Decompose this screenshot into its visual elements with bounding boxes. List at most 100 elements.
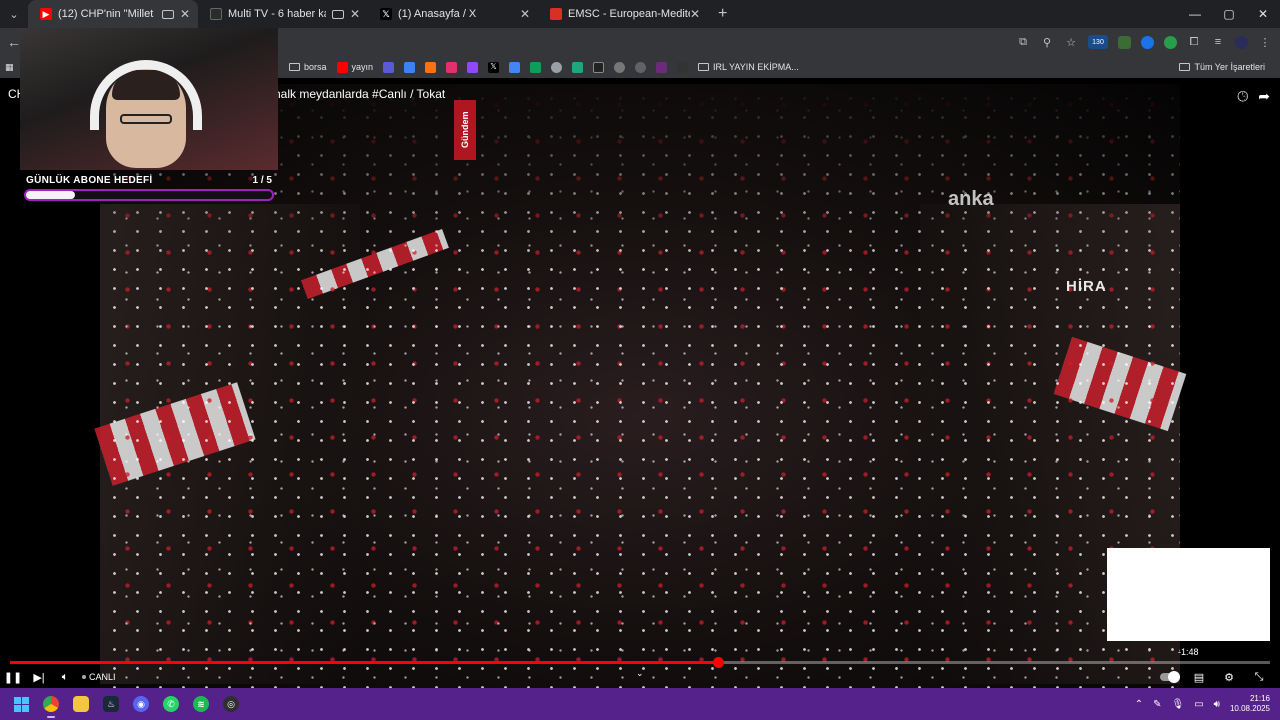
discord-icon: ◉ xyxy=(133,696,149,712)
bookmark-favicon xyxy=(677,61,689,73)
system-tray: ⌃ ✎ 🎙︎ ▭ 🔊︎ 21:16 10.08.2025 xyxy=(1135,688,1280,720)
close-tab-icon[interactable]: ✕ xyxy=(180,7,190,21)
bookmark-twitch[interactable] xyxy=(462,56,483,78)
close-tab-icon[interactable]: ✕ xyxy=(520,7,530,21)
profile-avatar[interactable] xyxy=(1235,35,1248,49)
media-playing-icon[interactable] xyxy=(331,9,344,19)
bookmark-favicon xyxy=(383,61,395,73)
bookmark-star-icon[interactable]: ☆ xyxy=(1064,35,1078,49)
close-tab-icon[interactable]: ✕ xyxy=(350,7,360,21)
bookmark-docs[interactable] xyxy=(504,56,525,78)
clock-time: 21:16 xyxy=(1249,694,1270,703)
taskbar-obs[interactable]: ◎ xyxy=(216,688,246,720)
autoplay-toggle[interactable] xyxy=(1156,671,1182,683)
bookmark-sheets[interactable] xyxy=(525,56,546,78)
share-icon[interactable]: ➦ xyxy=(1258,88,1270,105)
expand-chevron-icon[interactable]: ⌄ xyxy=(636,668,644,679)
clock-date: 10.08.2025 xyxy=(1229,704,1270,713)
toggle-icon xyxy=(1160,671,1180,683)
taskbar-whatsapp[interactable]: ✆ xyxy=(156,688,186,720)
tab-youtube[interactable]: ▶ (12) CHP'nin "Millet İradesi ✕ xyxy=(28,0,198,28)
install-app-icon[interactable]: ⧉ xyxy=(1016,35,1030,49)
emsc-icon xyxy=(550,8,562,20)
bookmark-favicon xyxy=(635,61,647,73)
goal-title: GÜNLÜK ABONE HEDEFİ xyxy=(26,175,153,186)
exit-fullscreen-icon[interactable]: ⤡ xyxy=(1246,671,1272,684)
speaker-icon[interactable]: 🔊︎ xyxy=(1214,699,1220,710)
close-window-icon[interactable]: ✕ xyxy=(1246,0,1280,28)
close-tab-icon[interactable]: ✕ xyxy=(690,7,700,21)
extension-icon[interactable] xyxy=(1118,35,1131,49)
watch-later-icon[interactable]: 🕒︎ xyxy=(1237,88,1248,105)
bookmark-icon-9[interactable] xyxy=(651,56,672,78)
bookmark-yayin[interactable]: yayın xyxy=(332,56,379,78)
store-sign: HİRA xyxy=(1066,278,1107,295)
tray-overflow-icon[interactable]: ⌃ xyxy=(1135,699,1143,710)
bookmark-label: IRL YAYIN EKİPMA... xyxy=(713,62,799,72)
tab-multi-tv[interactable]: Multi TV - 6 haber kanalını ✕ xyxy=(198,0,368,28)
bookmark-icon-2[interactable] xyxy=(399,56,420,78)
bookmark-icon-1[interactable] xyxy=(378,56,399,78)
glasses xyxy=(120,114,172,124)
player-right-controls: ▤ ⚙ ⤡ xyxy=(1156,666,1272,688)
volume-icon[interactable]: 🔈︎ xyxy=(52,671,78,684)
extension-icon[interactable] xyxy=(1164,35,1177,49)
bookmark-label: borsa xyxy=(304,62,327,72)
minimize-icon[interactable]: — xyxy=(1178,0,1212,28)
taskbar-explorer[interactable] xyxy=(66,688,96,720)
bookmark-instagram[interactable] xyxy=(441,56,462,78)
taskbar-steam[interactable]: ♨ xyxy=(96,688,126,720)
next-icon[interactable]: ▶︎| xyxy=(26,671,52,684)
obs-icon: ◎ xyxy=(223,696,239,712)
tab-emsc[interactable]: EMSC - European-Mediterrane ✕ xyxy=(538,0,708,28)
subtitles-icon[interactable]: ▤ xyxy=(1186,671,1212,684)
bookmark-icon-3[interactable] xyxy=(420,56,441,78)
extension-icon[interactable] xyxy=(1141,35,1154,49)
youtube-icon: ▶ xyxy=(40,8,52,20)
windows-logo-icon xyxy=(13,696,29,712)
chevron-down-icon: ⌄ xyxy=(9,8,19,21)
sheets-icon xyxy=(530,61,542,73)
live-badge[interactable]: CANLI xyxy=(82,672,116,682)
maximize-icon[interactable]: ▢ xyxy=(1212,0,1246,28)
settings-gear-icon[interactable]: ⚙ xyxy=(1216,671,1242,684)
taskbar-discord[interactable]: ◉ xyxy=(126,688,156,720)
more-menu-icon[interactable]: ⋮ xyxy=(1258,35,1272,49)
apps-icon[interactable]: ▦ xyxy=(0,56,20,78)
tab-title: EMSC - European-Mediterrane xyxy=(568,8,690,20)
media-control-icon[interactable]: ≡ xyxy=(1211,35,1225,49)
live-dot-icon xyxy=(82,675,86,679)
network-icon[interactable]: ▭ xyxy=(1194,699,1203,710)
taskbar-chrome[interactable] xyxy=(36,688,66,720)
subscriber-goal: GÜNLÜK ABONE HEDEFİ 1 / 5 xyxy=(20,170,278,206)
microphone-icon[interactable]: 🎙︎ xyxy=(1171,699,1184,710)
bookmark-icon-7[interactable] xyxy=(609,56,630,78)
extension-badge[interactable]: 130 xyxy=(1088,35,1108,49)
all-bookmarks[interactable]: Tüm Yer İşaretleri xyxy=(1174,56,1270,78)
zoom-icon[interactable]: ⚲ xyxy=(1040,35,1054,49)
media-playing-icon[interactable] xyxy=(161,9,174,19)
pen-icon[interactable]: ✎ xyxy=(1153,699,1161,710)
clock[interactable]: 21:16 10.08.2025 xyxy=(1230,694,1270,714)
bookmark-icon-8[interactable] xyxy=(630,56,651,78)
bookmark-x[interactable]: 𝕏 xyxy=(483,56,504,78)
bookmark-icon-4[interactable] xyxy=(546,56,567,78)
seek-bar[interactable] xyxy=(10,657,1270,668)
new-tab-button[interactable]: + xyxy=(718,5,727,23)
chrome-icon xyxy=(43,696,59,712)
folder-icon xyxy=(1179,63,1191,71)
bookmark-icon-10[interactable] xyxy=(672,56,693,78)
tab-x[interactable]: 𝕏 (1) Anasayfa / X ✕ xyxy=(368,0,538,28)
bookmark-folder-borsa[interactable]: borsa xyxy=(284,56,332,78)
bookmark-icon-5[interactable] xyxy=(567,56,588,78)
start-button[interactable] xyxy=(6,688,36,720)
puzzle-extensions-icon[interactable]: ⧠ xyxy=(1187,35,1201,49)
x-logo-icon: 𝕏 xyxy=(380,8,392,20)
pause-icon[interactable]: ❚❚ xyxy=(0,671,26,684)
folder-icon xyxy=(289,63,300,71)
tab-search-button[interactable]: ⌄ xyxy=(0,0,28,28)
taskbar-spotify[interactable]: ≋ xyxy=(186,688,216,720)
time-remaining: -1:48 xyxy=(1178,647,1199,657)
bookmark-icon-6[interactable] xyxy=(588,56,609,78)
bookmark-folder-irl[interactable]: IRL YAYIN EKİPMA... xyxy=(693,56,804,78)
